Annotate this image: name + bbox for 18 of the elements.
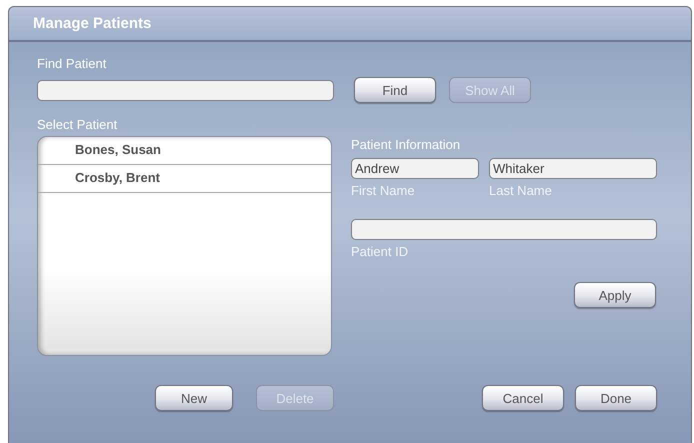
window-title: Manage Patients [33,15,152,32]
input-field[interactable]: Whitaker [489,158,657,179]
list-item[interactable]: Bones, Susan [38,137,331,165]
button[interactable]: New [155,385,233,411]
field-label: First Name [351,183,415,198]
section-label: Select Patient [37,117,118,132]
input-field[interactable] [351,219,657,240]
button[interactable]: Find [354,77,436,103]
button[interactable]: Cancel [482,385,564,411]
section-label: Patient Information [351,137,460,152]
list-item[interactable]: Crosby, Brent [38,165,331,193]
button[interactable]: Apply [574,282,656,308]
section-label: Find Patient [37,56,106,71]
input-field[interactable]: Andrew [351,158,479,179]
field-label: Last Name [489,183,552,198]
field-label: Patient ID [351,244,408,259]
input-field[interactable] [37,80,334,100]
button[interactable]: Done [575,385,657,411]
